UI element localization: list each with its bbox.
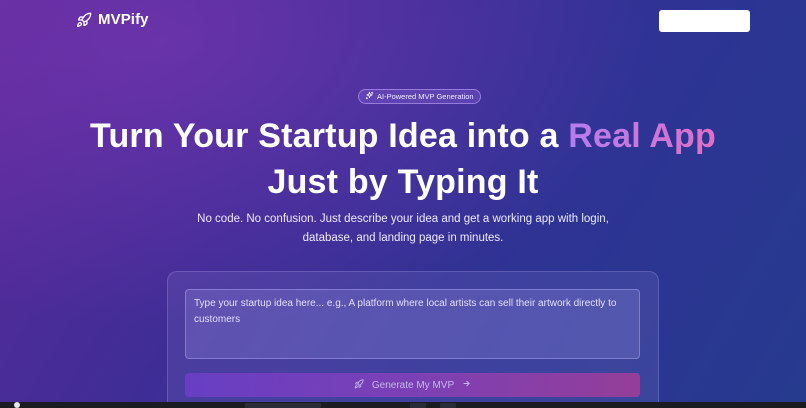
hero-subtitle: No code. No confusion. Just describe you… xyxy=(0,210,806,248)
subtitle-line2: database, and landing page in minutes. xyxy=(302,232,504,244)
brand-name: MVPify xyxy=(98,11,149,28)
startup-idea-input[interactable] xyxy=(185,289,640,359)
taskbar-item[interactable] xyxy=(410,403,426,408)
os-taskbar xyxy=(0,402,806,408)
idea-form-card: Generate My MVP xyxy=(167,271,659,408)
brand-logo[interactable]: MVPify xyxy=(76,11,149,28)
taskbar-item[interactable] xyxy=(245,403,321,408)
navbar: MVPify xyxy=(0,0,806,44)
headline-accent: Real App xyxy=(568,117,716,155)
sparkles-icon xyxy=(365,91,374,102)
headline-part1: Turn Your Startup Idea into a xyxy=(90,117,569,155)
rocket-icon xyxy=(354,378,364,392)
subtitle-line1: No code. No confusion. Just describe you… xyxy=(197,213,609,225)
badge-text: AI-Powered MVP Generation xyxy=(377,92,474,101)
hero-headline: Turn Your Startup Idea into a Real App J… xyxy=(0,113,806,205)
start-icon[interactable] xyxy=(14,402,20,408)
generate-mvp-button[interactable]: Generate My MVP xyxy=(185,373,640,397)
arrow-right-icon xyxy=(462,379,471,391)
generate-button-label: Generate My MVP xyxy=(371,379,455,391)
nav-cta-button[interactable] xyxy=(659,10,750,32)
rocket-icon xyxy=(76,12,92,28)
taskbar-item[interactable] xyxy=(440,403,456,408)
ai-badge: AI-Powered MVP Generation xyxy=(358,89,481,104)
headline-line2: Just by Typing It xyxy=(267,163,539,201)
